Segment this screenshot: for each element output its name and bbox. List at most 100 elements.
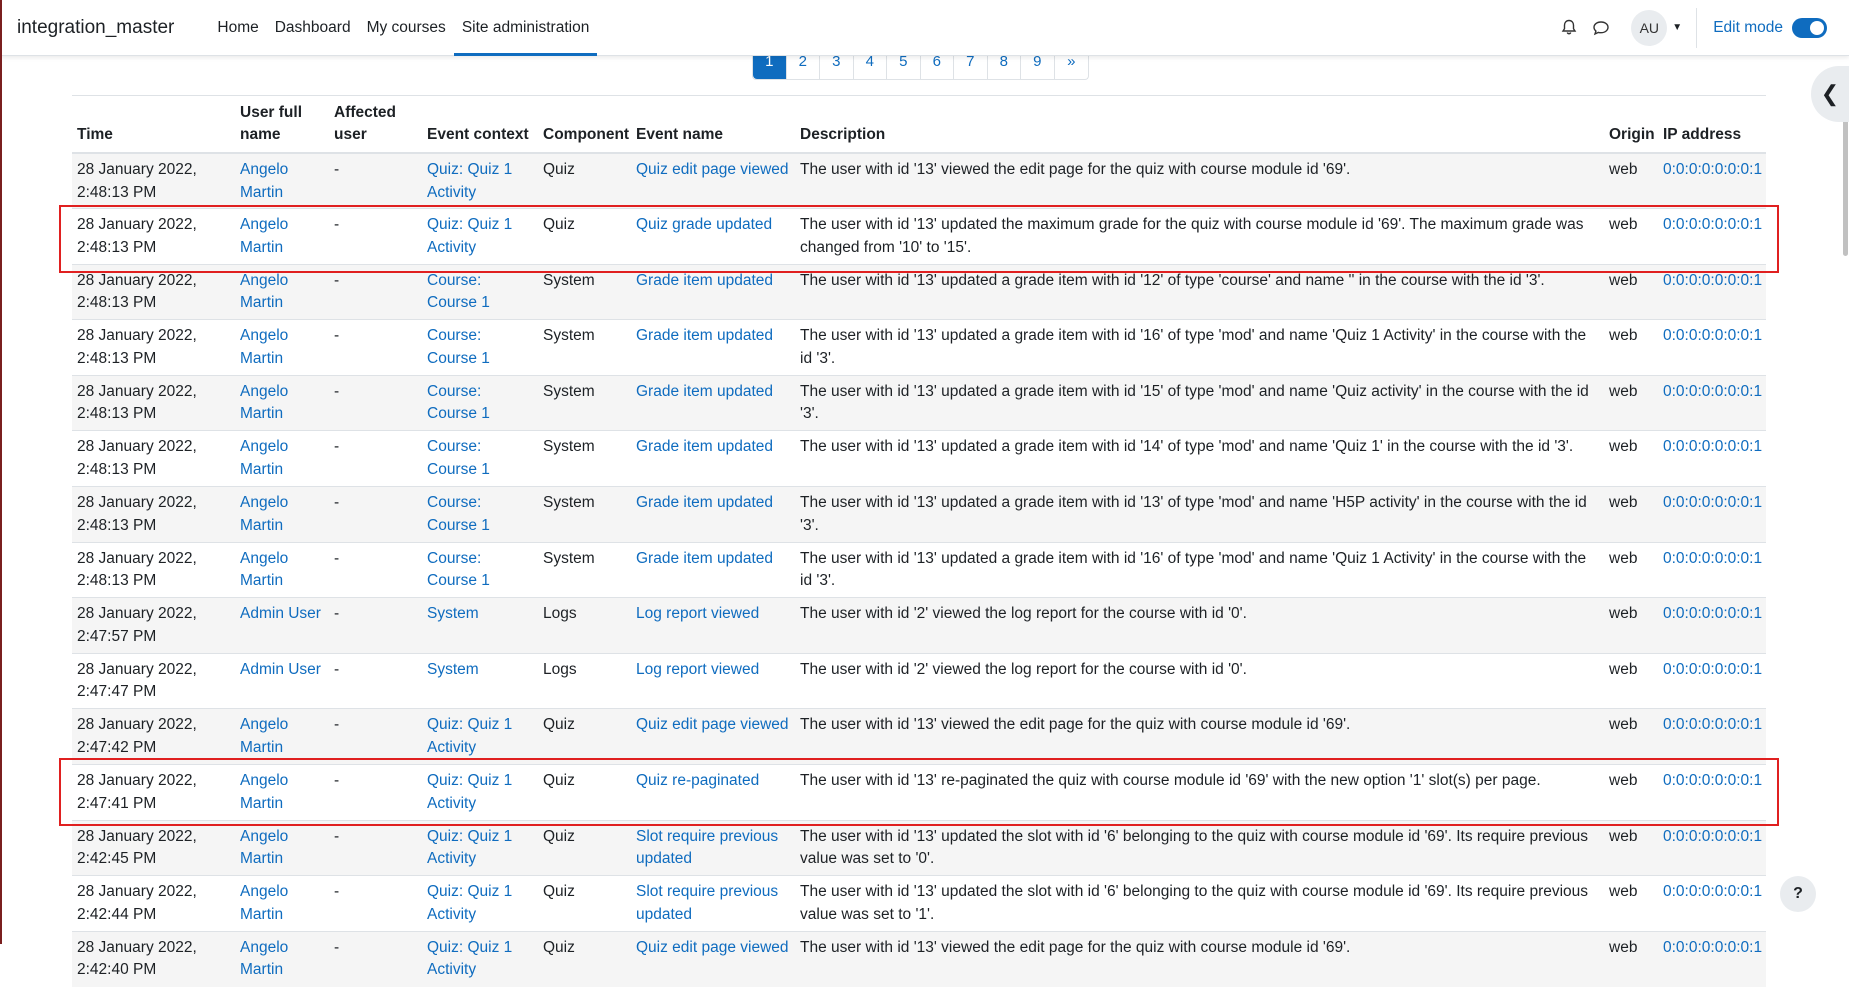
column-header-user-full-name[interactable]: User full name <box>235 96 329 154</box>
cell-event-name-link[interactable]: Grade item updated <box>636 327 773 344</box>
cell-event-context-link[interactable]: Quiz: Quiz 1 Activity <box>427 772 512 812</box>
cell-component: System <box>538 319 631 376</box>
cell-user-full-name-link[interactable]: Angelo Martin <box>240 883 288 923</box>
cell-user-full-name-link[interactable]: Angelo Martin <box>240 161 288 201</box>
nav-home[interactable]: Home <box>209 0 266 56</box>
cell-event-context-link[interactable]: Course: Course 1 <box>427 494 490 534</box>
cell-ip-address-link[interactable]: 0:0:0:0:0:0:0:1 <box>1663 883 1762 900</box>
cell-event-name-link[interactable]: Slot require previous updated <box>636 828 778 868</box>
cell-event-name-link[interactable]: Grade item updated <box>636 550 773 567</box>
column-header-time[interactable]: Time <box>72 96 235 154</box>
column-header-event-context[interactable]: Event context <box>422 96 538 154</box>
site-brand[interactable]: integration_master <box>17 17 174 39</box>
cell-ip-address-link[interactable]: 0:0:0:0:0:0:0:1 <box>1663 327 1762 344</box>
notifications-bell-icon[interactable] <box>1553 12 1585 44</box>
nav-dashboard[interactable]: Dashboard <box>267 0 359 56</box>
cell-user-full-name-link[interactable]: Admin User <box>240 661 321 678</box>
cell-ip-address-link[interactable]: 0:0:0:0:0:0:0:1 <box>1663 828 1762 845</box>
cell-user-full-name-link[interactable]: Angelo Martin <box>240 383 288 423</box>
cell-time: 28 January 2022, 2:47:42 PM <box>72 708 235 765</box>
cell-event-name-link[interactable]: Grade item updated <box>636 272 773 289</box>
column-header-event-name[interactable]: Event name <box>631 96 795 154</box>
cell-ip-address-link[interactable]: 0:0:0:0:0:0:0:1 <box>1663 161 1762 178</box>
cell-event-context-link[interactable]: Course: Course 1 <box>427 272 490 312</box>
cell-ip-address-link[interactable]: 0:0:0:0:0:0:0:1 <box>1663 661 1762 678</box>
cell-ip-address: 0:0:0:0:0:0:0:1 <box>1658 152 1766 209</box>
cell-event-context-link[interactable]: Quiz: Quiz 1 Activity <box>427 716 512 756</box>
cell-event-context-link[interactable]: System <box>427 605 479 622</box>
avatar[interactable]: AU <box>1631 9 1668 46</box>
cell-event-name-link[interactable]: Grade item updated <box>636 438 773 455</box>
cell-event-name-link[interactable]: Quiz edit page viewed <box>636 716 789 733</box>
cell-ip-address-link[interactable]: 0:0:0:0:0:0:0:1 <box>1663 383 1762 400</box>
table-row: 28 January 2022, 2:48:13 PM Angelo Martin… <box>72 486 1766 543</box>
cell-event-name-link[interactable]: Grade item updated <box>636 383 773 400</box>
cell-event-context-link[interactable]: Quiz: Quiz 1 Activity <box>427 883 512 923</box>
cell-event-name-link[interactable]: Slot require previous updated <box>636 883 778 923</box>
cell-user-full-name: Admin User <box>235 597 329 654</box>
cell-origin: web <box>1604 208 1658 265</box>
cell-event-context-link[interactable]: Quiz: Quiz 1 Activity <box>427 161 512 201</box>
drawer-toggle-chevron-left-icon[interactable]: ❮ <box>1811 66 1849 122</box>
cell-user-full-name-link[interactable]: Angelo Martin <box>240 327 288 367</box>
cell-ip-address-link[interactable]: 0:0:0:0:0:0:0:1 <box>1663 438 1762 455</box>
cell-user-full-name-link[interactable]: Angelo Martin <box>240 772 288 812</box>
log-table: Time User full name Affected user Event … <box>72 96 1766 987</box>
cell-ip-address-link[interactable]: 0:0:0:0:0:0:0:1 <box>1663 216 1762 233</box>
messages-chat-icon[interactable] <box>1585 12 1617 44</box>
cell-event-name-link[interactable]: Quiz grade updated <box>636 216 772 233</box>
cell-ip-address-link[interactable]: 0:0:0:0:0:0:0:1 <box>1663 494 1762 511</box>
nav-site-administration[interactable]: Site administration <box>453 0 598 56</box>
cell-ip-address-link[interactable]: 0:0:0:0:0:0:0:1 <box>1663 605 1762 622</box>
cell-user-full-name-link[interactable]: Angelo Martin <box>240 828 288 868</box>
column-header-description[interactable]: Description <box>795 96 1604 154</box>
cell-ip-address-link[interactable]: 0:0:0:0:0:0:0:1 <box>1663 939 1762 956</box>
cell-component: Quiz <box>538 930 631 987</box>
cell-event-name-link[interactable]: Grade item updated <box>636 494 773 511</box>
cell-event-name-link[interactable]: Quiz edit page viewed <box>636 161 789 178</box>
cell-event-context-link[interactable]: Course: Course 1 <box>427 327 490 367</box>
help-button[interactable]: ? <box>1780 876 1816 912</box>
column-header-origin[interactable]: Origin <box>1604 96 1658 154</box>
cell-user-full-name-link[interactable]: Admin User <box>240 605 321 622</box>
table-row: 28 January 2022, 2:42:40 PM Angelo Martin… <box>72 930 1766 987</box>
cell-user-full-name-link[interactable]: Angelo Martin <box>240 272 288 312</box>
cell-ip-address-link[interactable]: 0:0:0:0:0:0:0:1 <box>1663 550 1762 567</box>
column-header-ip-address[interactable]: IP address <box>1658 96 1766 154</box>
cell-user-full-name-link[interactable]: Angelo Martin <box>240 216 288 256</box>
cell-event-name-link[interactable]: Quiz edit page viewed <box>636 939 789 956</box>
cell-ip-address-link[interactable]: 0:0:0:0:0:0:0:1 <box>1663 716 1762 733</box>
cell-ip-address: 0:0:0:0:0:0:0:1 <box>1658 319 1766 376</box>
cell-user-full-name-link[interactable]: Angelo Martin <box>240 550 288 590</box>
cell-time: 28 January 2022, 2:42:44 PM <box>72 875 235 932</box>
cell-event-context-link[interactable]: Course: Course 1 <box>427 438 490 478</box>
table-row: 28 January 2022, 2:48:13 PM Angelo Martin… <box>72 208 1766 265</box>
cell-user-full-name-link[interactable]: Angelo Martin <box>240 939 288 979</box>
cell-ip-address-link[interactable]: 0:0:0:0:0:0:0:1 <box>1663 772 1762 789</box>
cell-event-context-link[interactable]: System <box>427 661 479 678</box>
cell-user-full-name-link[interactable]: Angelo Martin <box>240 494 288 534</box>
column-header-affected-user[interactable]: Affected user <box>329 96 422 154</box>
nav-my-courses[interactable]: My courses <box>359 0 454 56</box>
cell-ip-address-link[interactable]: 0:0:0:0:0:0:0:1 <box>1663 272 1762 289</box>
column-header-component[interactable]: Component <box>538 96 631 154</box>
cell-event-name-link[interactable]: Quiz re-paginated <box>636 772 759 789</box>
table-row: 28 January 2022, 2:48:13 PM Angelo Martin… <box>72 263 1766 320</box>
cell-user-full-name-link[interactable]: Angelo Martin <box>240 716 288 756</box>
scrollbar-thumb[interactable] <box>1843 116 1848 256</box>
cell-event-context-link[interactable]: Course: Course 1 <box>427 550 490 590</box>
cell-event-context-link[interactable]: Quiz: Quiz 1 Activity <box>427 828 512 868</box>
cell-event-context-link[interactable]: Quiz: Quiz 1 Activity <box>427 216 512 256</box>
scrollbar[interactable] <box>1841 56 1849 944</box>
cell-user-full-name: Angelo Martin <box>235 819 329 876</box>
user-menu[interactable]: AU ▼ <box>1631 9 1682 46</box>
cell-user-full-name-link[interactable]: Angelo Martin <box>240 438 288 478</box>
edit-mode-toggle[interactable] <box>1792 17 1827 38</box>
cell-event-name-link[interactable]: Log report viewed <box>636 605 759 622</box>
table-row: 28 January 2022, 2:48:13 PM Angelo Martin… <box>72 430 1766 487</box>
cell-event-context-link[interactable]: Course: Course 1 <box>427 383 490 423</box>
cell-event-context-link[interactable]: Quiz: Quiz 1 Activity <box>427 939 512 979</box>
cell-event-context: Course: Course 1 <box>422 541 538 598</box>
cell-event-name-link[interactable]: Log report viewed <box>636 661 759 678</box>
cell-ip-address: 0:0:0:0:0:0:0:1 <box>1658 652 1766 709</box>
